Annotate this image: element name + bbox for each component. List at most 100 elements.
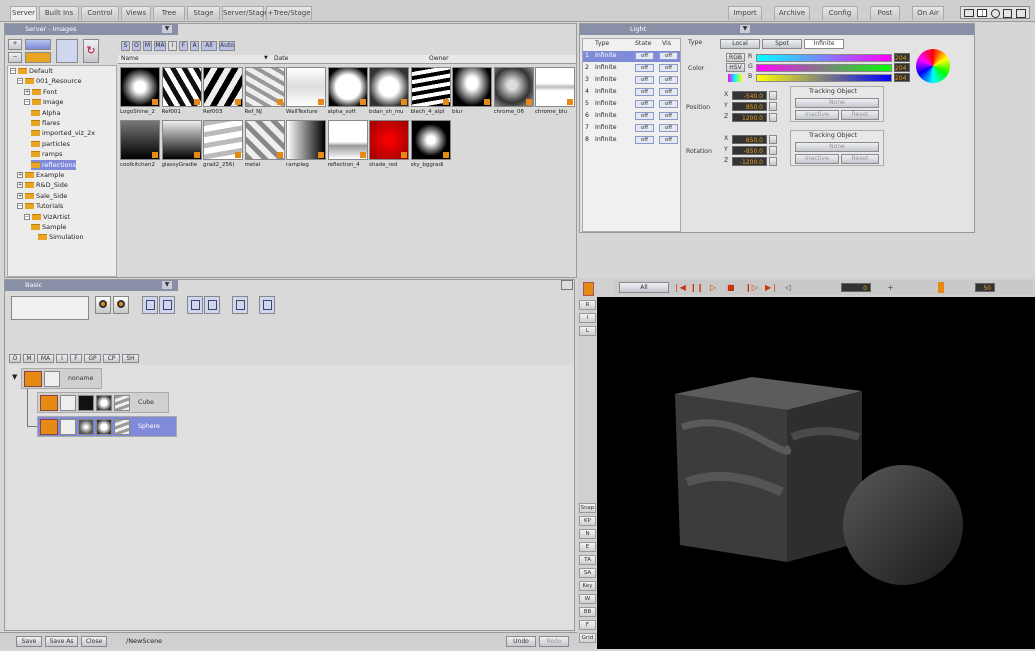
channel-slider[interactable]: [756, 74, 892, 82]
image-thumbnail[interactable]: [369, 120, 409, 160]
scene-node[interactable]: Sphere: [37, 416, 177, 437]
tree-item-16[interactable]: Simulation: [38, 232, 84, 242]
rotation-field[interactable]: 650.0: [732, 135, 767, 144]
add-folder-button[interactable]: +: [8, 39, 22, 50]
expand-icon[interactable]: −: [17, 203, 23, 210]
stage-side-top-1[interactable]: I: [579, 313, 596, 323]
remove-folder-button[interactable]: −: [8, 52, 22, 63]
light-state-toggle[interactable]: off: [635, 100, 654, 108]
menu-tab-4[interactable]: Tree: [153, 6, 185, 20]
tree-item-2[interactable]: + Font: [24, 87, 57, 97]
zoom-out-button[interactable]: [113, 296, 129, 314]
grid-alt-button[interactable]: [159, 296, 175, 314]
position-spinner[interactable]: [769, 113, 777, 122]
menu-tab-right-0[interactable]: Import: [728, 6, 762, 20]
expand-icon[interactable]: +: [17, 182, 23, 189]
menu-tab-1[interactable]: Built Ins: [39, 6, 79, 20]
tree-item-0[interactable]: − Default: [10, 66, 53, 76]
light-row[interactable]: 1 Infinite off off: [583, 51, 680, 62]
column-name[interactable]: Name: [121, 55, 139, 62]
tree-item-14[interactable]: − VizArtist: [24, 212, 70, 222]
light-row[interactable]: 7 Infinite off off: [583, 123, 680, 134]
reset-button[interactable]: Reset: [841, 110, 879, 120]
new-folder-button[interactable]: [25, 39, 51, 50]
expand-icon[interactable]: +: [17, 192, 23, 199]
menu-tab-right-4[interactable]: On Air: [912, 6, 944, 20]
sort-arrow-icon[interactable]: ▼: [264, 55, 268, 61]
rotation-field[interactable]: -1200.0: [732, 157, 767, 166]
tree-item-1[interactable]: − 001_Resource: [17, 76, 81, 86]
scene-tab-5[interactable]: GP: [84, 354, 101, 363]
filter-tab-3[interactable]: MA: [154, 41, 166, 51]
rotation-spinner[interactable]: [769, 146, 777, 155]
light-state-toggle[interactable]: off: [635, 112, 654, 120]
expand-icon[interactable]: −: [24, 99, 30, 106]
undo-button[interactable]: Undo: [506, 636, 536, 647]
light-vis-toggle[interactable]: off: [659, 100, 678, 108]
tree-item-13[interactable]: − Tutorials: [17, 201, 63, 211]
image-thumbnail[interactable]: [535, 67, 575, 107]
scene-menu-icon[interactable]: [561, 280, 573, 290]
color-wheel-icon[interactable]: [916, 49, 950, 83]
stack-button[interactable]: [259, 296, 275, 314]
render-view[interactable]: [597, 297, 1035, 649]
color-mode-1[interactable]: HSV: [726, 63, 745, 72]
keyframe-marker-icon[interactable]: [938, 282, 944, 293]
channel-slider[interactable]: [756, 54, 892, 62]
stage-side-top-2[interactable]: L: [579, 326, 596, 336]
image-thumbnail[interactable]: [369, 67, 409, 107]
zoom-in-button[interactable]: [95, 296, 111, 314]
scene-tab-1[interactable]: M: [23, 354, 35, 363]
menu-tab-2[interactable]: Control: [81, 6, 119, 20]
keyframe-add-icon[interactable]: +: [887, 283, 899, 292]
view-button[interactable]: [56, 39, 78, 63]
tree-item-3[interactable]: − Image: [24, 97, 63, 107]
rotation-spinner[interactable]: [769, 157, 777, 166]
step-back-icon[interactable]: ❙❙: [690, 283, 703, 292]
light-state-toggle[interactable]: off: [635, 64, 654, 72]
dropdown-icon[interactable]: ▼: [740, 25, 750, 33]
channel-value[interactable]: 204: [894, 63, 910, 72]
align-left-button[interactable]: [187, 296, 203, 314]
column-date[interactable]: Date: [274, 55, 288, 62]
scene-tab-4[interactable]: F: [70, 354, 82, 363]
split-icon[interactable]: [977, 9, 987, 17]
filter-tab-4[interactable]: I: [168, 41, 177, 51]
keyframe-prev-icon[interactable]: ◁: [785, 283, 797, 292]
light-row[interactable]: 5 Infinite off off: [583, 99, 680, 110]
collapse-arrow-icon[interactable]: ▼: [12, 373, 17, 381]
tree-item-11[interactable]: + R&D_Side: [17, 180, 68, 190]
reset-button[interactable]: Reset: [841, 154, 879, 164]
stage-side-bottom-7[interactable]: W: [579, 594, 596, 604]
light-type-tab-0[interactable]: Local: [720, 39, 760, 49]
tree-item-12[interactable]: + Sale_Side: [17, 191, 67, 201]
expand-icon[interactable]: −: [10, 68, 16, 74]
tree-item-5[interactable]: flares: [31, 118, 60, 128]
rotation-field[interactable]: -850.0: [732, 146, 767, 155]
light-vis-toggle[interactable]: off: [659, 88, 678, 96]
bottom-button-1[interactable]: Save As: [45, 636, 78, 647]
stage-side-bottom-4[interactable]: TA: [579, 555, 596, 565]
menu-tab-6[interactable]: Server/Stage: [222, 6, 269, 20]
image-thumbnail[interactable]: [286, 120, 326, 160]
stage-side-bottom-1[interactable]: KP: [579, 516, 596, 526]
rotation-spinner[interactable]: [769, 135, 777, 144]
image-thumbnail[interactable]: [161, 120, 202, 160]
info-icon[interactable]: [991, 9, 1000, 18]
light-row[interactable]: 4 Infinite off off: [583, 87, 680, 98]
keyframe-field[interactable]: 50: [975, 283, 995, 292]
position-spinner[interactable]: [769, 102, 777, 111]
light-row[interactable]: 3 Infinite off off: [583, 75, 680, 86]
image-thumbnail[interactable]: [327, 120, 368, 160]
refresh-button[interactable]: ↻: [83, 39, 99, 63]
stage-side-bottom-2[interactable]: N: [579, 529, 596, 539]
expand-icon[interactable]: +: [17, 172, 23, 178]
bottom-button-0[interactable]: Save: [16, 636, 42, 647]
stop-icon[interactable]: ■: [727, 283, 737, 292]
image-thumbnail[interactable]: [203, 120, 243, 160]
help-icon[interactable]: [1003, 9, 1012, 18]
image-thumbnail[interactable]: [161, 67, 202, 107]
step-forward-icon[interactable]: ❙▷: [745, 283, 758, 292]
window-controls[interactable]: [960, 6, 1030, 19]
filter-tab-7[interactable]: All: [201, 41, 217, 51]
